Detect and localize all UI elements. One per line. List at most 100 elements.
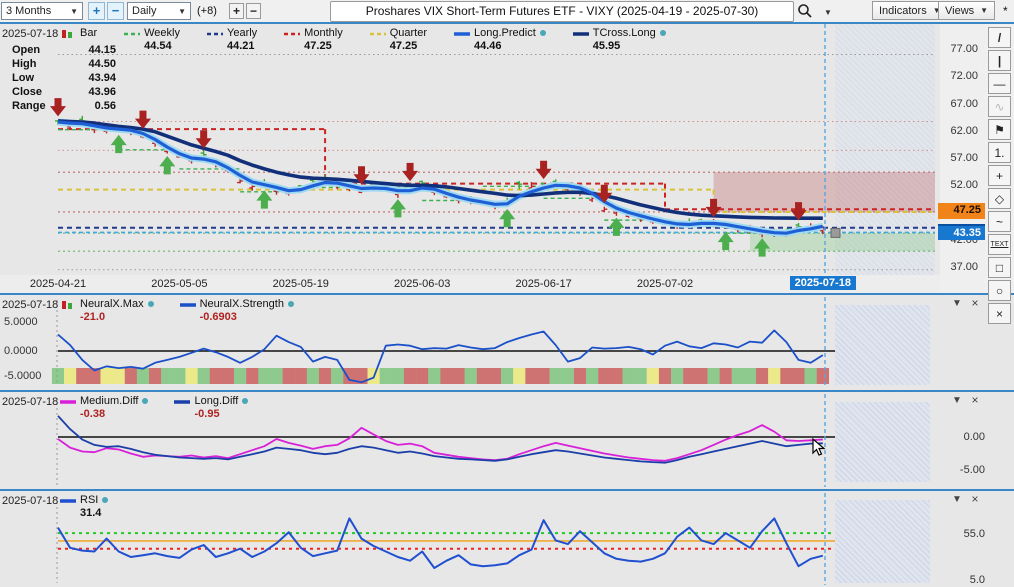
legend-item-quarter[interactable]: Quarter47.25 [370,27,427,52]
x-axis-tick-label: 2025-05-05 [139,278,219,290]
charting-app-window: 3 Months ▼ + − Daily ▼ (+8) + − Proshare… [0,0,1014,587]
price-axis-label: 52.00 [938,179,978,191]
rsi-collapse-button[interactable]: ▼ [950,494,964,506]
legend-item-medium-diff[interactable]: Medium.Diff-0.38 [60,395,148,420]
ohlc-close: Close 43.96 [12,86,116,98]
diff-axis-label: 0.00 [945,431,985,443]
info-dot-icon[interactable] [540,30,546,36]
wave-tool[interactable]: ~ [988,211,1011,232]
callout-tool[interactable]: ◇ [988,188,1011,209]
ohlc-range: Range 0.56 [12,100,116,112]
rsi-close-button[interactable]: × [968,493,982,505]
info-dot-icon[interactable] [148,301,154,307]
ohlc-high: High 44.50 [12,58,116,70]
info-dot-icon[interactable] [142,398,148,404]
legend-item-bar[interactable]: Bar [60,27,97,39]
legend-value: 47.25 [304,40,343,52]
neural-close-button[interactable]: × [968,297,982,309]
rectangle-tool[interactable]: □ [988,257,1011,278]
diff-axis-label: -5.00 [945,464,985,476]
diff-future-region [835,402,930,482]
ohlc-label: Open [12,44,40,56]
ohlc-value: 0.56 [95,100,116,112]
info-dot-icon[interactable] [242,398,248,404]
neuralx-future-region [835,305,930,385]
price-axis-label: 72.00 [938,70,978,82]
line-swatch-icon [60,397,76,405]
main-date-label: 2025-07-18 [2,28,58,40]
legend-value: 47.25 [390,40,427,52]
x-axis-tick-label: 2025-04-21 [18,278,98,290]
line-swatch-icon [180,300,196,308]
legend-label: NeuralX.Max [80,298,144,310]
ohlc-low: Low 43.94 [12,72,116,84]
legend-label: RSI [80,494,98,506]
ohlc-value: 44.50 [88,58,116,70]
neural-axis-label: 0.0000 [4,345,44,357]
x-axis-tick-label: 2025-06-17 [504,278,584,290]
chart-area: 2025-07-18Open44.15High44.50Low43.94Clos… [0,0,1014,587]
rsi-future-region [835,500,930,583]
price-axis-label: 62.00 [938,125,978,137]
price-axis-label: 77.00 [938,43,978,55]
legend-value: -0.95 [194,408,248,420]
line-swatch-icon [284,29,300,37]
legend-value: -0.6903 [200,311,294,323]
trend-line-tool[interactable]: / [988,27,1011,48]
legend-item-weekly[interactable]: Weekly44.54 [124,27,180,52]
legend-item-neuralx-max[interactable]: NeuralX.Max-21.0 [60,298,154,323]
main-chart-plot-background[interactable] [0,24,940,275]
vertical-line-tool[interactable]: | [988,50,1011,71]
horizontal-line-tool[interactable]: — [988,73,1011,94]
price-badge-orange: 47.25 [938,203,985,219]
legend-item-rsi[interactable]: RSI31.4 [60,494,108,519]
line-swatch-icon [60,496,76,504]
ohlc-label: Low [12,72,34,84]
legend-label: Yearly [227,27,257,39]
flag-marker-tool[interactable]: ⚑ [988,119,1011,140]
legend-value: 31.4 [80,507,108,519]
legend-label: Medium.Diff [80,395,138,407]
legend-label: Monthly [304,27,343,39]
numbered-step-tool[interactable]: 1. [988,142,1011,163]
legend-item-long-diff[interactable]: Long.Diff-0.95 [174,395,248,420]
legend-item-monthly[interactable]: Monthly47.25 [284,27,343,52]
line-swatch-icon [573,29,589,37]
neural-axis-label: -5.0000 [4,370,44,382]
legend-label: Long.Diff [194,395,238,407]
info-dot-icon[interactable] [102,497,108,503]
line-swatch-icon [207,29,223,37]
ohlc-label: Close [12,86,42,98]
legend-row: BarWeekly44.54Yearly44.21Monthly47.25Qua… [60,27,693,52]
diff-close-button[interactable]: × [968,394,982,406]
neural-date-label: 2025-07-18 [2,299,58,311]
price-badge-blue: 43.35 [938,224,985,240]
legend-item-long-predict[interactable]: Long.Predict44.46 [454,27,546,52]
curve-tool-disabled[interactable]: ∿ [988,96,1011,117]
legend-row: RSI31.4 [60,494,134,519]
ohlc-label: Range [12,100,46,112]
ohlc-value: 43.94 [88,72,116,84]
price-axis-label: 57.00 [938,152,978,164]
crosshair-tool[interactable]: + [988,165,1011,186]
ohlc-label: High [12,58,36,70]
legend-item-tcross-long[interactable]: TCross.Long45.95 [573,27,666,52]
text-tool[interactable]: TEXT [988,234,1011,255]
info-dot-icon[interactable] [660,30,666,36]
legend-row: Medium.Diff-0.38 Long.Diff-0.95 [60,395,274,420]
diff-collapse-button[interactable]: ▼ [950,395,964,407]
rsi-axis-label: 55.0 [945,528,985,540]
x-axis-highlighted-date: 2025-07-18 [790,276,856,290]
neural-collapse-button[interactable]: ▼ [950,298,964,310]
info-dot-icon[interactable] [288,301,294,307]
legend-item-yearly[interactable]: Yearly44.21 [207,27,257,52]
x-axis-tick-label: 2025-06-03 [382,278,462,290]
candle-swatch-icon [60,29,76,37]
ellipse-tool[interactable]: ○ [988,280,1011,301]
price-axis-label: 67.00 [938,98,978,110]
legend-value: -21.0 [80,311,154,323]
legend-item-neuralx-strength[interactable]: NeuralX.Strength-0.6903 [180,298,294,323]
close-tool[interactable]: × [988,303,1011,324]
price-axis-label: 37.00 [938,261,978,273]
ohlc-value: 43.96 [88,86,116,98]
